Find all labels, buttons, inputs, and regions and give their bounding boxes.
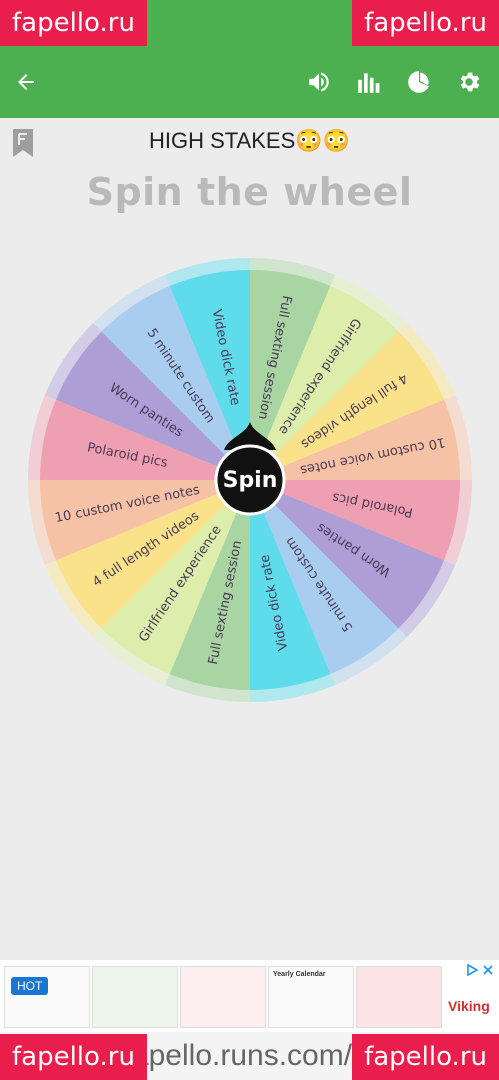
close-icon[interactable]: [482, 964, 494, 976]
settings-button[interactable]: [447, 60, 491, 104]
sound-button[interactable]: [297, 60, 341, 104]
spin-button-label[interactable]: Spin: [223, 468, 278, 493]
watermark: fapello.ru: [0, 0, 147, 46]
ad-calendar-title: Yearly Calendar: [273, 971, 326, 978]
spin-wheel[interactable]: Full sexting session Girlfriend experienc…: [24, 254, 476, 706]
hot-badge: HOT: [11, 977, 49, 995]
ad-thumbnail[interactable]: HOT: [4, 966, 90, 1028]
volume-icon: [309, 72, 329, 92]
stats-button[interactable]: [347, 60, 391, 104]
ad-thumbnail[interactable]: [180, 966, 266, 1028]
ad-thumbnail[interactable]: [356, 966, 442, 1028]
ad-banner[interactable]: HOT Yearly Calendar: [0, 960, 499, 1032]
ad-choices-icon[interactable]: [466, 964, 478, 976]
headline: Spin the wheel: [86, 170, 413, 214]
watermark: fapello.ru: [352, 0, 499, 46]
wheel-button[interactable]: [397, 60, 441, 104]
watermark: fapello.ru: [0, 1034, 147, 1080]
app-bar: [0, 48, 499, 118]
bar-chart-icon: [358, 73, 380, 93]
gear-icon: [460, 72, 480, 92]
arrow-left-icon: [18, 74, 34, 90]
back-button[interactable]: [4, 60, 48, 104]
wheel-graphic[interactable]: Full sexting sessionGirlfriend experienc…: [24, 254, 476, 706]
ad-thumbnail[interactable]: [92, 966, 178, 1028]
pie-chart-icon: [408, 71, 430, 93]
ad-thumbnail[interactable]: Yearly Calendar: [268, 966, 354, 1028]
page-title: HIGH STAKES😳😳: [148, 128, 351, 153]
watermark: fapello.ru: [352, 1034, 499, 1080]
ad-brand: Viking: [448, 998, 490, 1014]
